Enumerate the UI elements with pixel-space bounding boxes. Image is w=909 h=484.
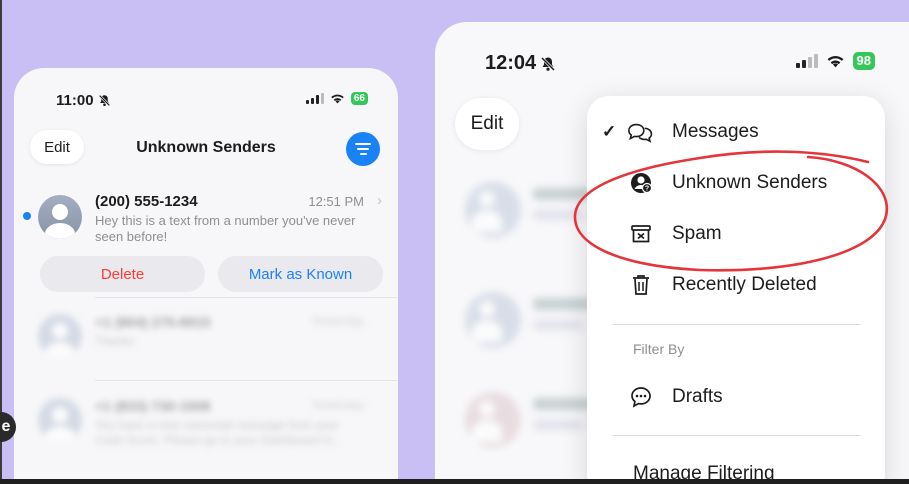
message-preview: Hey this is a text from a number you've … [95, 213, 356, 244]
menu-item-label: Spam [672, 223, 722, 244]
spam-box-icon [627, 220, 655, 248]
filter-menu-button[interactable] [346, 132, 380, 166]
drafts-bubble-icon [627, 383, 655, 411]
contact-avatar-icon [38, 195, 82, 239]
contact-avatar-icon [465, 292, 521, 348]
contact-avatar-icon [465, 392, 521, 448]
menu-item-unknown-senders[interactable]: ? Unknown Senders [587, 161, 885, 205]
trash-icon [627, 271, 655, 299]
bottom-edge-bar [0, 479, 909, 484]
messages-bubbles-icon [627, 118, 655, 146]
filter-by-heading: Filter By [633, 341, 685, 357]
message-row[interactable]: (200) 555-1234 12:51 PM › Hey this is a … [14, 186, 398, 256]
right-phone-screen: 12:04 98 Edit ✓ Messages ? Unknown Sende… [435, 22, 909, 484]
menu-divider [613, 324, 861, 325]
left-page-title: Unknown Senders [136, 139, 276, 156]
message-time: 12:51 PM [308, 194, 364, 209]
menu-item-messages[interactable]: ✓ Messages [587, 110, 885, 154]
right-edit-button[interactable]: Edit [455, 98, 519, 150]
right-status-icons: 98 [795, 52, 875, 70]
divider [95, 380, 398, 381]
mark-as-known-button[interactable]: Mark as Known [218, 256, 383, 292]
contact-avatar-icon [38, 314, 82, 358]
delete-button[interactable]: Delete [40, 256, 205, 292]
contact-avatar-icon [465, 182, 521, 238]
blurred-date: Yesterday [311, 398, 364, 412]
unknown-person-icon: ? [627, 169, 655, 197]
right-time-text: 12:04 [485, 52, 537, 74]
wifi-icon [827, 56, 843, 68]
menu-item-recently-deleted[interactable]: Recently Deleted [587, 263, 885, 307]
bell-muted-icon [98, 94, 110, 107]
menu-item-label: Drafts [672, 386, 723, 407]
filter-lines-icon [355, 143, 371, 145]
sender-name: (200) 555-1234 [95, 193, 198, 210]
cellular-signal-icon [305, 93, 324, 104]
left-status-icons: 66 [305, 92, 368, 105]
checkmark-icon: ✓ [602, 122, 617, 141]
battery-icon: 66 [350, 92, 368, 105]
svg-text:?: ? [645, 186, 649, 193]
blurred-title: +1 (833) 730-1508 [95, 398, 211, 414]
right-status-time: 12:04 [485, 52, 556, 75]
blurred-title: +1 (804) 275-8915 [95, 314, 211, 330]
battery-icon: 98 [852, 52, 875, 70]
menu-item-drafts[interactable]: Drafts [587, 375, 885, 419]
blurred-subtitle: Thanks [95, 334, 135, 348]
left-status-time: 11:00 [56, 92, 111, 109]
menu-item-label: Unknown Senders [672, 172, 828, 193]
contact-avatar-icon [38, 398, 82, 442]
bell-muted-icon [541, 56, 556, 71]
cellular-signal-icon [795, 54, 818, 68]
divider [95, 297, 398, 298]
list-item[interactable]: +1 (804) 275-8915 Yesterday Thanks [14, 304, 398, 374]
menu-item-label: Messages [672, 121, 759, 142]
blurred-subtitle: You have a new voicemail message from yo… [95, 418, 343, 447]
wifi-icon [331, 94, 344, 104]
blurred-date: Yesterday [311, 314, 364, 328]
menu-item-spam[interactable]: Spam [587, 212, 885, 256]
filter-dropdown-menu: ✓ Messages ? Unknown Senders Spam Recent… [587, 96, 885, 484]
menu-divider [613, 435, 861, 436]
menu-item-label: Recently Deleted [672, 274, 817, 295]
unread-dot-icon [23, 212, 31, 220]
chevron-right-icon: › [377, 192, 382, 209]
list-item[interactable]: +1 (833) 730-1508 Yesterday You have a n… [14, 388, 398, 458]
left-time-text: 11:00 [56, 92, 94, 109]
left-phone-screen: 11:00 66 Edit Unknown Senders (200) 555-… [14, 68, 398, 484]
